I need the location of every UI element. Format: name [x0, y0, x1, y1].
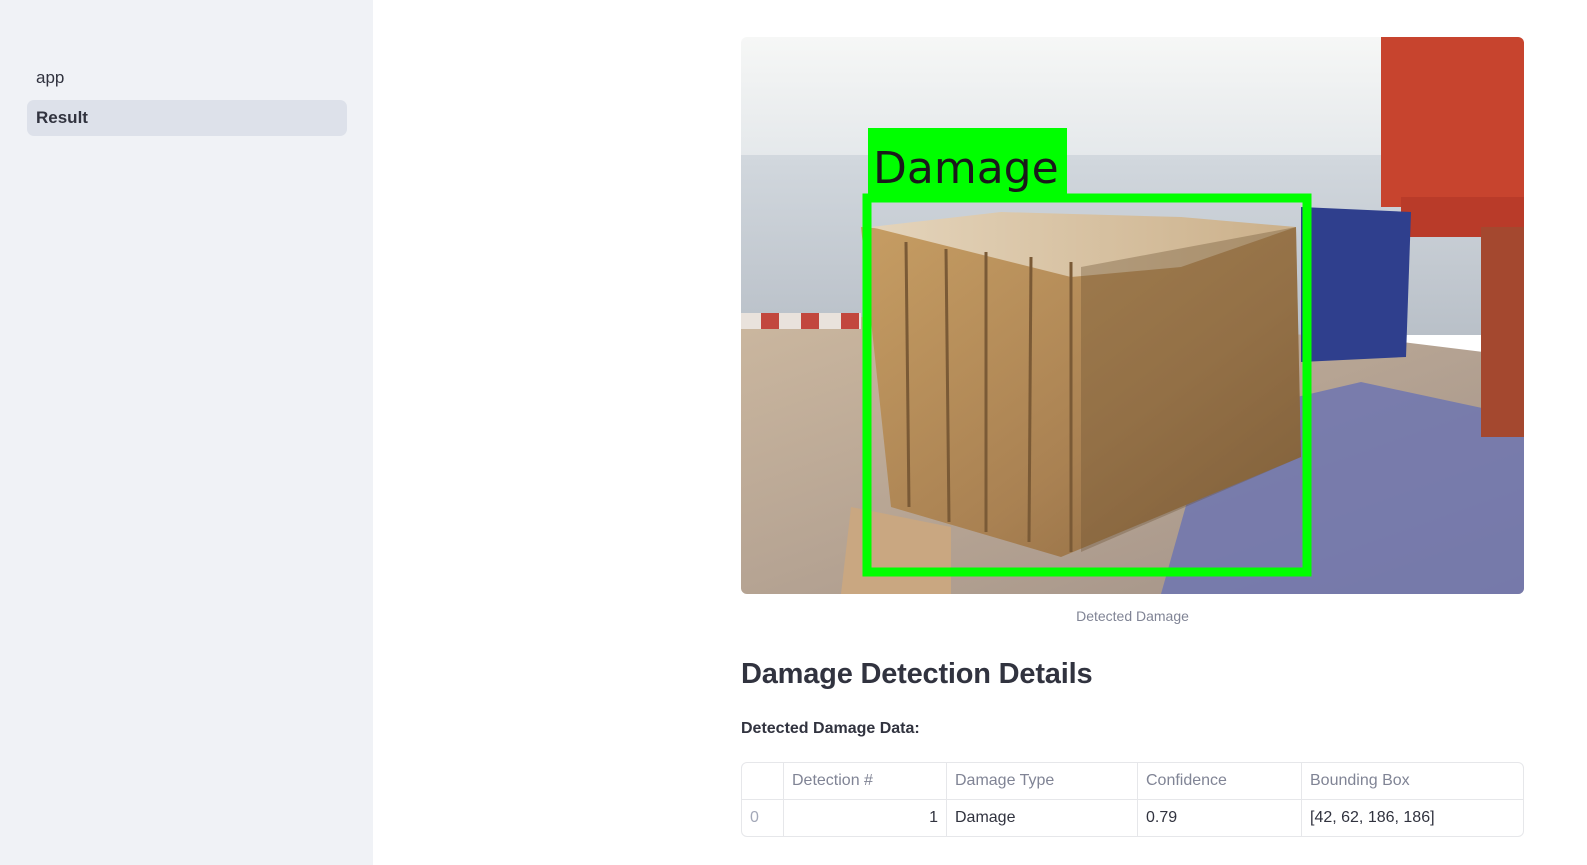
detections-table[interactable]: Detection # Damage Type Confidence Bound…	[741, 762, 1524, 837]
detection-number-cell[interactable]: 1	[783, 799, 947, 836]
detected-damage-image: Damage	[741, 37, 1524, 594]
table-row[interactable]: 0 1 Damage 0.79 [42, 62, 186, 186]	[742, 799, 1524, 837]
sidebar-item-result[interactable]: Result	[27, 100, 347, 136]
overlay-label: Damage	[873, 143, 1059, 194]
column-header-bounding-box[interactable]: Bounding Box	[1301, 763, 1523, 800]
damage-type-cell[interactable]: Damage	[946, 799, 1138, 836]
table-subheading: Detected Damage Data:	[741, 720, 920, 737]
page-title: Damage Detection Details	[741, 658, 1093, 690]
sidebar-item-label: Result	[36, 108, 88, 127]
sidebar: app Result	[0, 0, 373, 865]
column-header-damage-type[interactable]: Damage Type	[946, 763, 1138, 800]
detection-figure: Damage Detected Damage	[741, 37, 1524, 624]
column-header-detection[interactable]: Detection #	[783, 763, 947, 800]
app-root: app Result Damage Detected Damage Damage…	[0, 0, 1587, 865]
sidebar-nav: app Result	[27, 60, 347, 140]
row-index-cell: 0	[742, 799, 784, 836]
confidence-cell[interactable]: 0.79	[1137, 799, 1302, 836]
sidebar-item-label: app	[36, 68, 65, 87]
image-caption: Detected Damage	[1076, 608, 1189, 624]
detections-table-grid: Detection # Damage Type Confidence Bound…	[742, 763, 1523, 836]
sidebar-item-app[interactable]: app	[27, 60, 347, 96]
column-header-index[interactable]	[742, 763, 784, 800]
bounding-box-cell[interactable]: [42, 62, 186, 186]	[1302, 800, 1524, 837]
damage-photo-illustration: Damage	[741, 37, 1524, 594]
column-header-confidence[interactable]: Confidence	[1137, 763, 1302, 800]
table-header-row: Detection # Damage Type Confidence Bound…	[742, 763, 1523, 800]
